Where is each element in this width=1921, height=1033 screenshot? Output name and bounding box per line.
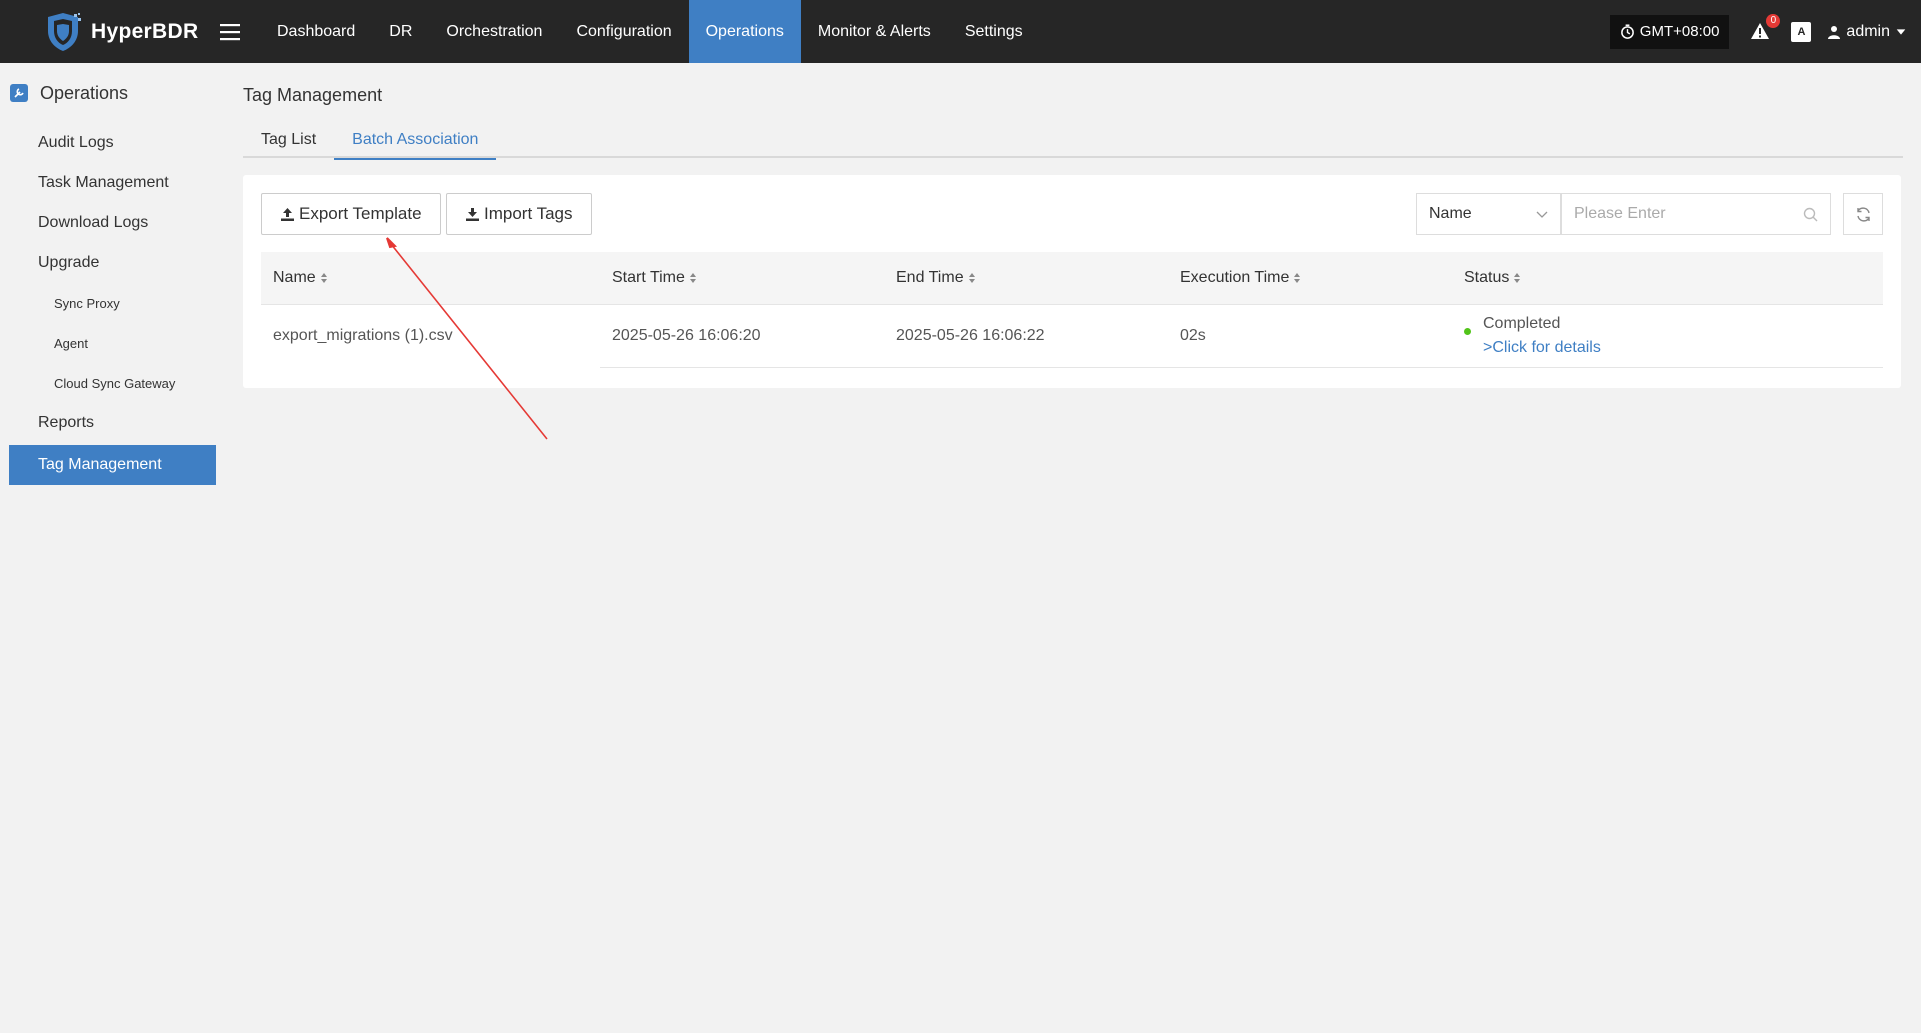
- chevron-down-icon: [1536, 211, 1548, 218]
- search-placeholder: Please Enter: [1574, 205, 1666, 222]
- tab-batch-association[interactable]: Batch Association: [334, 122, 497, 160]
- table-row: export_migrations (1).csv 2025-05-26 16:…: [261, 304, 1883, 368]
- export-template-label: Export Template: [299, 204, 422, 223]
- refresh-button[interactable]: [1843, 193, 1883, 235]
- details-link[interactable]: >Click for details: [1483, 336, 1601, 360]
- column-header-end-time[interactable]: End Time: [884, 252, 1168, 305]
- page-title: Tag Management: [243, 85, 383, 105]
- table-header-row: Name Start Time End Time Execution Time …: [261, 252, 1883, 305]
- nav-dashboard[interactable]: Dashboard: [260, 0, 372, 63]
- timezone-label: GMT+08:00: [1639, 23, 1720, 40]
- nav-settings[interactable]: Settings: [948, 0, 1040, 63]
- menu-toggle-icon[interactable]: [200, 0, 260, 63]
- top-navbar: HyperBDR Dashboard DR Orchestration Conf…: [0, 0, 1921, 63]
- upload-icon: [281, 207, 294, 221]
- nav-dr[interactable]: DR: [372, 0, 429, 63]
- cell-start-time: 2025-05-26 16:06:20: [600, 304, 884, 368]
- user-name: admin: [1846, 22, 1890, 40]
- clock-icon: [1620, 24, 1634, 39]
- sidebar-item-task-management[interactable]: Task Management: [0, 163, 230, 203]
- sort-icon: [968, 272, 975, 283]
- sidebar-item-upgrade[interactable]: Upgrade: [0, 243, 230, 283]
- main-nav: Dashboard DR Orchestration Configuration…: [260, 0, 1040, 63]
- nav-orchestration[interactable]: Orchestration: [429, 0, 559, 63]
- sort-icon: [1514, 272, 1521, 283]
- batch-association-panel: Export Template Import Tags Name Please …: [243, 175, 1901, 388]
- timezone-display[interactable]: GMT+08:00: [1609, 14, 1730, 49]
- search-input[interactable]: Please Enter: [1561, 193, 1831, 235]
- alerts-button[interactable]: 0: [1749, 13, 1781, 44]
- sidebar-item-cloud-sync-gateway[interactable]: Cloud Sync Gateway: [0, 363, 230, 403]
- cell-execution-time: 02s: [1168, 304, 1452, 368]
- app-name: HyperBDR: [91, 19, 199, 43]
- app-logo[interactable]: HyperBDR: [0, 0, 200, 63]
- top-right-tools: GMT+08:00 0 A admin: [1609, 0, 1921, 63]
- status-text: Completed: [1483, 314, 1561, 332]
- search-icon[interactable]: [1803, 207, 1818, 222]
- column-label: End Time: [896, 268, 964, 286]
- user-menu[interactable]: admin: [1827, 23, 1907, 41]
- export-template-button[interactable]: Export Template: [261, 193, 441, 235]
- sidebar-item-audit-logs[interactable]: Audit Logs: [0, 123, 230, 163]
- column-header-name[interactable]: Name: [261, 252, 600, 305]
- sidebar-header-label: Operations: [40, 82, 129, 103]
- search-field-select[interactable]: Name: [1416, 193, 1561, 235]
- column-header-status[interactable]: Status: [1452, 252, 1883, 305]
- sidebar: Operations Audit Logs Task Management Do…: [0, 63, 230, 1033]
- sort-icon: [689, 272, 696, 283]
- alert-count-badge: 0: [1766, 13, 1781, 28]
- cell-name: export_migrations (1).csv: [273, 326, 453, 344]
- column-header-start-time[interactable]: Start Time: [600, 252, 884, 305]
- column-label: Status: [1464, 268, 1510, 286]
- refresh-icon: [1856, 206, 1870, 222]
- sort-icon: [1294, 272, 1301, 283]
- import-tags-label: Import Tags: [484, 204, 573, 223]
- column-label: Name: [273, 268, 316, 286]
- tab-bar: Tag List Batch Association: [243, 122, 1903, 160]
- cell-end-time: 2025-05-26 16:06:22: [884, 304, 1168, 368]
- wrench-icon: [10, 84, 28, 102]
- nav-monitor-alerts[interactable]: Monitor & Alerts: [801, 0, 948, 63]
- shield-logo-icon: [48, 12, 81, 51]
- user-icon: [1828, 25, 1841, 39]
- sidebar-item-agent[interactable]: Agent: [0, 323, 230, 363]
- language-icon[interactable]: A: [1791, 21, 1812, 42]
- download-icon: [466, 207, 479, 221]
- sidebar-item-reports[interactable]: Reports: [0, 403, 230, 443]
- sidebar-header[interactable]: Operations: [0, 63, 230, 123]
- column-label: Start Time: [612, 268, 685, 286]
- batch-task-table: Name Start Time End Time Execution Time …: [261, 252, 1883, 368]
- search-field-value: Name: [1429, 205, 1472, 222]
- sidebar-item-tag-management[interactable]: Tag Management: [9, 445, 216, 485]
- tab-tag-list[interactable]: Tag List: [243, 122, 334, 158]
- import-tags-button[interactable]: Import Tags: [446, 193, 592, 235]
- caret-down-icon: [1896, 28, 1906, 35]
- sidebar-item-sync-proxy[interactable]: Sync Proxy: [0, 283, 230, 323]
- status-dot-icon: [1464, 327, 1471, 335]
- nav-operations[interactable]: Operations: [688, 0, 801, 63]
- column-label: Execution Time: [1180, 268, 1290, 286]
- nav-configuration[interactable]: Configuration: [559, 0, 688, 63]
- cell-status: Completed >Click for details: [1452, 304, 1883, 368]
- sort-icon: [320, 272, 327, 283]
- column-header-execution-time[interactable]: Execution Time: [1168, 252, 1452, 305]
- sidebar-item-download-logs[interactable]: Download Logs: [0, 203, 230, 243]
